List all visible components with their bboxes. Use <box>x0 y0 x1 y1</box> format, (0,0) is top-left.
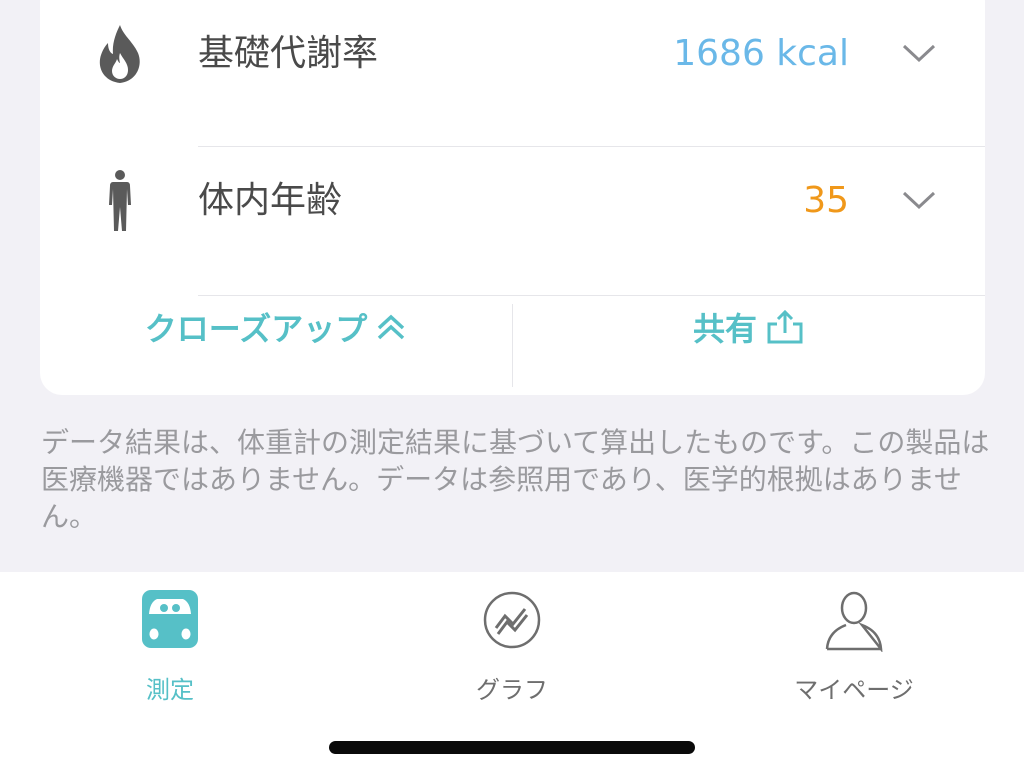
tab-label: マイページ <box>794 676 914 704</box>
chevron-down-icon[interactable] <box>901 185 937 213</box>
scale-icon <box>142 590 198 652</box>
share-button[interactable]: 共有 <box>513 296 985 358</box>
metric-value: 1686 kcal <box>673 33 849 74</box>
close-up-label: クローズアップ <box>144 310 368 348</box>
tab-graph[interactable]: グラフ <box>412 586 612 704</box>
metric-label: 体内年齢 <box>198 180 343 221</box>
metric-row-body-age[interactable]: 体内年齢 35 <box>40 148 985 296</box>
chevron-down-icon[interactable] <box>901 38 937 66</box>
close-up-button[interactable]: クローズアップ <box>40 296 512 358</box>
double-chevron-up-icon <box>378 314 405 340</box>
metrics-card: 基礎代謝率 1686 kcal 体内年齢 35 クローズアップ 共有 <box>40 0 985 395</box>
tab-measure[interactable]: 測定 <box>70 586 270 704</box>
share-icon <box>767 309 803 344</box>
tab-my-page[interactable]: マイページ <box>754 586 954 704</box>
divider <box>198 146 985 147</box>
home-indicator[interactable] <box>329 741 695 754</box>
tab-label: グラフ <box>476 676 548 704</box>
flame-icon <box>92 0 148 108</box>
trend-chart-icon <box>482 590 542 654</box>
metric-value: 35 <box>803 180 849 221</box>
body-icon <box>92 148 148 254</box>
profile-icon <box>824 590 884 656</box>
card-action-bar: クローズアップ 共有 <box>40 296 985 395</box>
disclaimer-text: データ結果は、体重計の測定結果に基づいて算出したものです。この製品は医療機器では… <box>41 426 990 533</box>
metric-row-bmr[interactable]: 基礎代謝率 1686 kcal <box>40 0 985 148</box>
tab-label: 測定 <box>146 676 194 704</box>
share-label: 共有 <box>692 310 757 348</box>
metric-label: 基礎代謝率 <box>198 33 379 74</box>
